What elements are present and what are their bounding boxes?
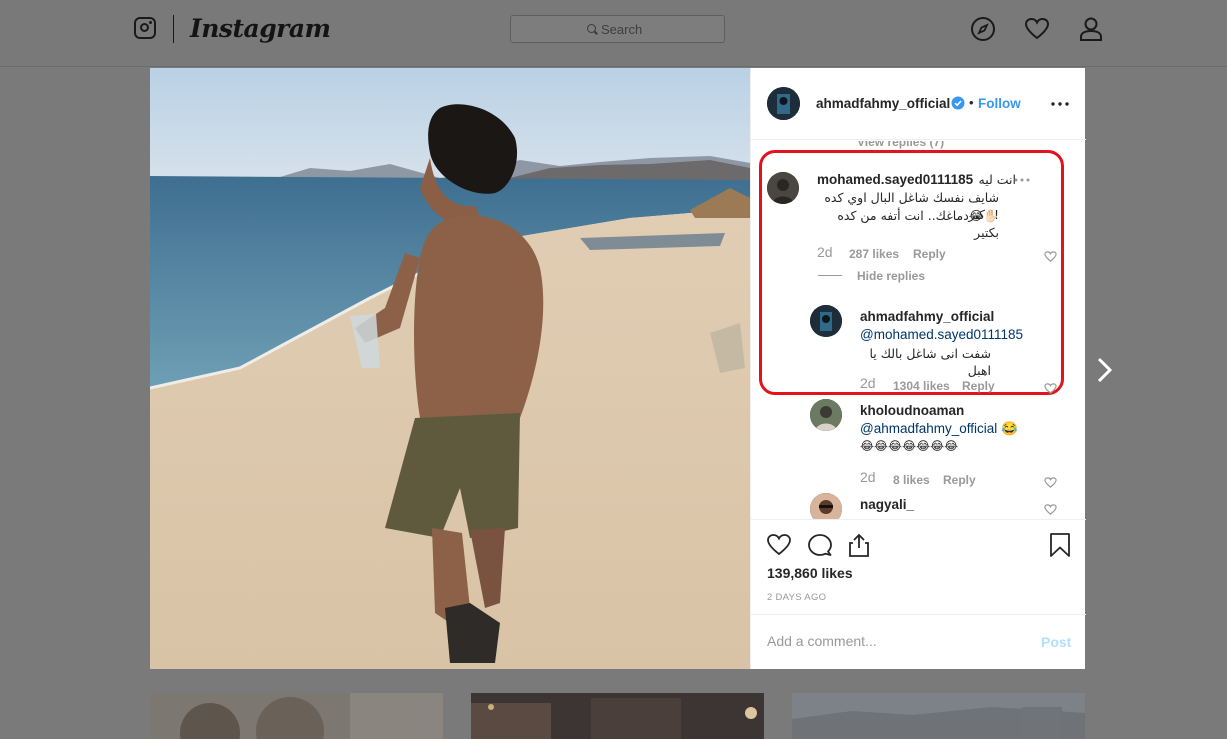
comment-text-line1: انت ليه	[978, 172, 1016, 187]
reply-emoji: 😂	[1001, 421, 1018, 436]
header-separator: •	[969, 95, 974, 110]
reply-text-line1: @ahmadfahmy_official 😂	[860, 420, 1018, 437]
reply-time: 2d	[860, 469, 876, 485]
activity-heart-icon[interactable]	[1023, 15, 1051, 43]
comment-reply-button[interactable]: Reply	[913, 247, 946, 261]
post-comment-button[interactable]: Post	[1041, 634, 1071, 650]
reply-username[interactable]: ahmadfahmy_official	[860, 309, 994, 324]
instagram-glyph-icon[interactable]	[134, 17, 156, 39]
verified-badge-icon	[951, 96, 965, 110]
hide-replies-link[interactable]: Hide replies	[857, 269, 925, 283]
reply-reply-button[interactable]: Reply	[962, 379, 995, 393]
comment-like-heart-icon[interactable]	[1044, 250, 1057, 263]
search-placeholder: Search	[601, 22, 643, 37]
replies-divider	[818, 275, 842, 276]
comment-text-line3: ✋🏻😂دماغك.. انت أتفه من كده بكتير	[837, 208, 999, 240]
more-options-icon[interactable]	[1051, 102, 1069, 106]
reply-time: 2d	[860, 375, 876, 391]
search-box[interactable]: Search	[510, 15, 725, 43]
grid-thumbnail[interactable]	[792, 693, 1085, 739]
grid-thumbnail[interactable]	[471, 693, 764, 739]
post-actions: 139,860 likes 2 DAYS AGO Post	[751, 519, 1086, 669]
post-photo[interactable]	[150, 68, 750, 669]
share-icon[interactable]	[846, 532, 872, 558]
reply-mention[interactable]: @ahmadfahmy_official	[860, 421, 997, 436]
reply-like-heart-icon[interactable]	[1044, 503, 1057, 516]
post-modal: ahmadfahmy_official • Follow View replie…	[150, 68, 1086, 669]
explore-compass-icon[interactable]	[969, 15, 997, 43]
add-comment-input[interactable]	[767, 633, 1017, 649]
reply-username[interactable]: kholoudnoaman	[860, 403, 964, 418]
beach-photo-illustration	[150, 68, 750, 669]
search-icon	[587, 24, 596, 33]
follow-button[interactable]: Follow	[978, 96, 1021, 111]
likes-count[interactable]: 139,860 likes	[767, 565, 853, 581]
reply-avatar[interactable]	[810, 399, 842, 431]
comment-username[interactable]: mohamed.sayed0111185	[817, 172, 973, 187]
reply-like-heart-icon[interactable]	[1044, 382, 1057, 395]
reply-avatar[interactable]	[810, 305, 842, 337]
reply-mention[interactable]: @mohamed.sayed0111185	[860, 326, 1023, 343]
add-comment-bar: Post	[751, 614, 1086, 670]
comment-likes[interactable]: 287 likes	[849, 247, 899, 261]
comment-time: 2d	[817, 244, 833, 260]
comment-options-icon[interactable]	[1014, 178, 1030, 182]
reply-likes[interactable]: 8 likes	[893, 473, 930, 487]
reply-likes[interactable]: 1304 likes	[893, 379, 950, 393]
instagram-wordmark[interactable]: Instagram	[190, 14, 331, 43]
reply-avatar[interactable]	[810, 493, 842, 519]
reply-like-heart-icon[interactable]	[1044, 476, 1057, 489]
post-timestamp: 2 DAYS AGO	[767, 592, 827, 603]
reply-text: شفت انى شاغل بالك يا اهبل	[869, 346, 991, 378]
save-bookmark-icon[interactable]	[1047, 532, 1073, 558]
comments-list[interactable]: View replies (7) mohamed.sayed0111185 ان…	[751, 141, 1086, 519]
next-post-chevron-icon[interactable]	[1096, 356, 1114, 384]
comment-avatar[interactable]	[767, 172, 799, 204]
nav-divider	[173, 15, 174, 43]
top-navigation: Instagram Search	[0, 0, 1227, 67]
post-header: ahmadfahmy_official • Follow	[751, 68, 1086, 140]
reply-text-line2: 😂😂😂😂😂😂😂	[860, 439, 959, 453]
author-avatar[interactable]	[767, 87, 800, 120]
reply-username[interactable]: nagyali_	[860, 497, 914, 512]
like-heart-icon[interactable]	[766, 532, 792, 558]
comment-bubble-icon[interactable]	[807, 532, 833, 558]
profile-person-icon[interactable]	[1077, 15, 1105, 43]
post-sidebar: ahmadfahmy_official • Follow View replie…	[750, 68, 1086, 669]
grid-thumbnail[interactable]	[150, 693, 443, 739]
view-replies-link[interactable]: View replies (7)	[857, 141, 944, 149]
author-username[interactable]: ahmadfahmy_official	[816, 96, 950, 111]
reply-reply-button[interactable]: Reply	[943, 473, 976, 487]
